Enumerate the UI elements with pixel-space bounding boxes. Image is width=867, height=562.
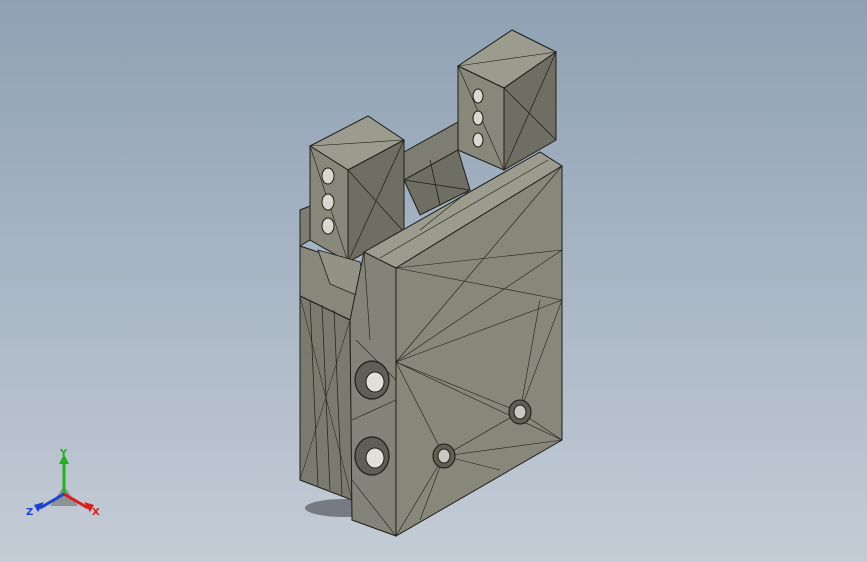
hole-icon bbox=[321, 167, 335, 185]
hole-icon bbox=[472, 132, 484, 148]
hole-icon bbox=[321, 193, 335, 211]
hole-icon bbox=[365, 447, 385, 469]
cad-viewport[interactable]: Y X Z bbox=[0, 0, 867, 562]
right-upright-block bbox=[456, 29, 557, 171]
hole-icon bbox=[437, 448, 451, 464]
front-strip bbox=[349, 251, 397, 537]
x-axis-label: X bbox=[92, 507, 100, 518]
hole-icon bbox=[513, 404, 527, 420]
hole-icon bbox=[472, 88, 484, 104]
hole-icon bbox=[472, 110, 484, 126]
y-axis-label: Y bbox=[59, 448, 68, 459]
axis-triad[interactable]: Y X Z bbox=[22, 448, 106, 524]
hole-icon bbox=[321, 217, 335, 235]
cad-model[interactable] bbox=[0, 0, 867, 562]
hole-icon bbox=[365, 371, 385, 393]
z-axis-label: Z bbox=[26, 507, 33, 518]
